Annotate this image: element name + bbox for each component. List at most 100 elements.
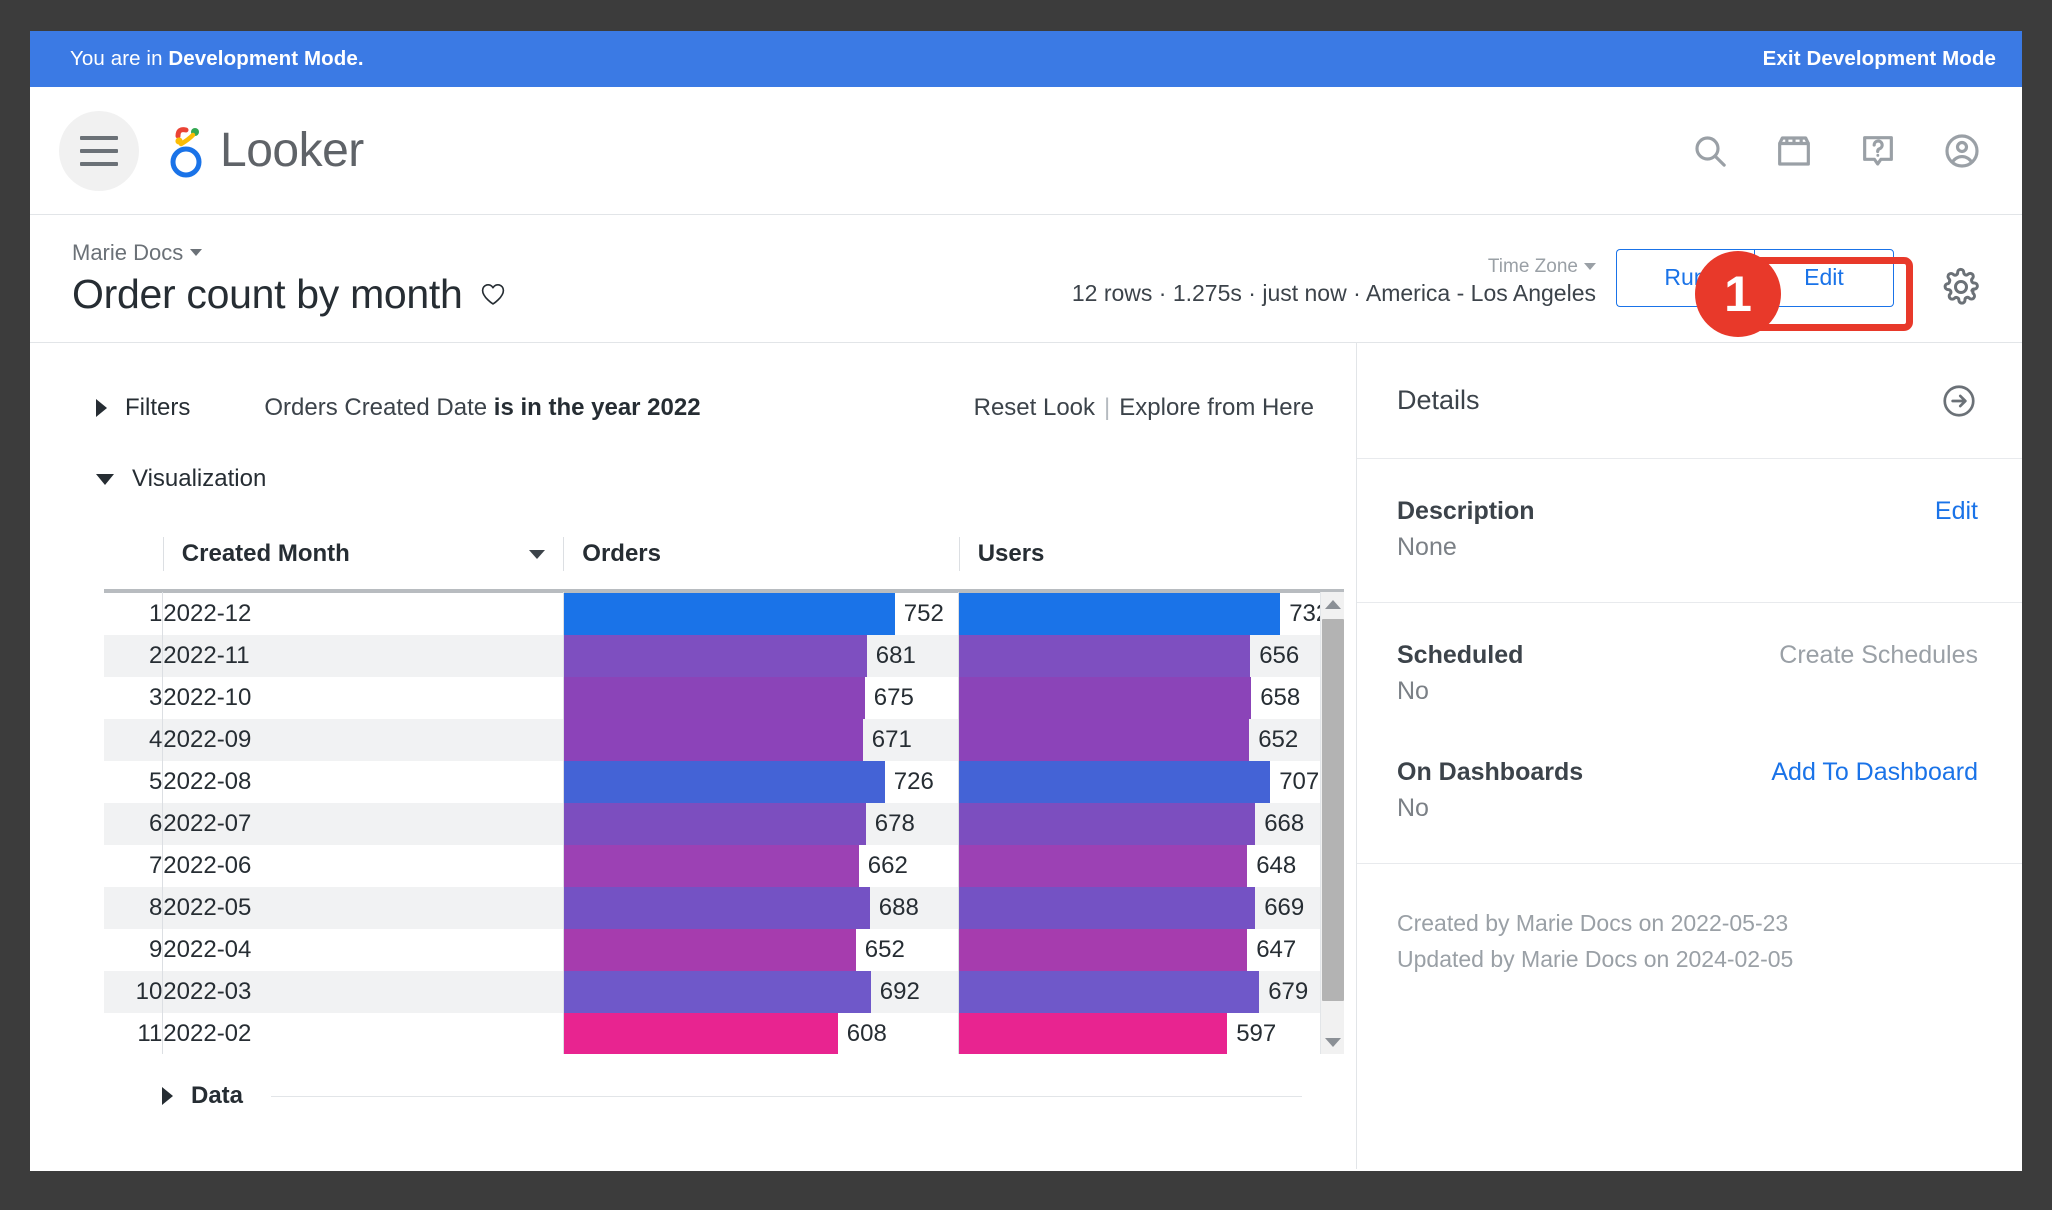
table-row[interactable]: 9 2022-04 652 647 xyxy=(104,929,1344,971)
table-row[interactable]: 8 2022-05 688 669 xyxy=(104,887,1344,929)
orders-cell[interactable]: 692 xyxy=(562,971,959,1013)
dev-mode-text-bold: Development Mode. xyxy=(168,47,364,70)
bar-cell-content: 692 xyxy=(563,971,958,1013)
created-month-cell[interactable]: 2022-09 xyxy=(162,719,564,761)
orders-cell[interactable]: 671 xyxy=(562,719,959,761)
explore-from-here-link[interactable]: Explore from Here xyxy=(1119,394,1314,421)
scrollbar-thumb[interactable] xyxy=(1322,619,1344,1001)
updated-by-note: Updated by Marie Docs on 2024-02-05 xyxy=(1397,945,1794,972)
orders-cell[interactable]: 681 xyxy=(562,635,959,677)
table-row[interactable]: 11 2022-02 608 597 xyxy=(104,1013,1344,1054)
users-cell[interactable]: 669 xyxy=(958,887,1344,929)
table-header-users[interactable]: Users xyxy=(958,527,1344,591)
table-header-orders[interactable]: Orders xyxy=(563,527,959,591)
topnav-icon-group xyxy=(1690,131,1982,171)
description-edit-link[interactable]: Edit xyxy=(1935,497,1978,526)
help-icon[interactable] xyxy=(1858,131,1898,171)
filters-section-toggle[interactable]: Filters xyxy=(96,394,190,422)
create-schedules-link[interactable]: Create Schedules xyxy=(1779,641,1978,670)
bar-cell-content: 678 xyxy=(563,803,958,845)
created-month-cell[interactable]: 2022-12 xyxy=(162,592,564,635)
created-month-cell[interactable]: 2022-04 xyxy=(162,929,564,971)
users-cell[interactable]: 732 xyxy=(958,592,1344,635)
created-month-cell[interactable]: 2022-03 xyxy=(162,971,564,1013)
results-table-scroll-region: 1 2022-12 752 732 2 2022-11 681 656 3 2022-10 675 6… xyxy=(104,592,1344,1054)
add-to-dashboard-link[interactable]: Add To Dashboard xyxy=(1771,758,1978,787)
value-bar xyxy=(959,803,1256,845)
orders-cell[interactable]: 652 xyxy=(562,929,959,971)
breadcrumb-folder[interactable]: Marie Docs xyxy=(72,240,506,266)
details-panel: Details Description None Edit Scheduled … xyxy=(1357,343,2022,1169)
users-cell[interactable]: 647 xyxy=(958,929,1344,971)
scroll-up-arrow-icon[interactable] xyxy=(1321,592,1344,616)
table-vertical-scrollbar[interactable] xyxy=(1320,592,1344,1054)
created-month-cell[interactable]: 2022-05 xyxy=(162,887,564,929)
look-header-actions: Time Zone 12 rows · 1.275s · just now · … xyxy=(1072,248,1982,309)
users-cell[interactable]: 648 xyxy=(958,845,1344,887)
sort-chevron-down-icon[interactable] xyxy=(529,549,546,559)
value-bar xyxy=(959,1013,1228,1054)
hamburger-menu-icon[interactable] xyxy=(59,110,139,191)
gear-icon[interactable] xyxy=(1940,267,1982,309)
created-month-cell[interactable]: 2022-11 xyxy=(162,635,564,677)
active-filter-expression[interactable]: Orders Created Date is in the year 2022 xyxy=(264,394,700,422)
top-navigation-bar: Looker xyxy=(30,87,2022,215)
created-month-cell[interactable]: 2022-06 xyxy=(162,845,564,887)
visualization-section-toggle[interactable]: Visualization xyxy=(96,465,266,493)
created-month-cell[interactable]: 2022-02 xyxy=(162,1013,564,1054)
visualization-row: Visualization xyxy=(30,449,1356,509)
orders-cell[interactable]: 678 xyxy=(562,803,959,845)
table-row[interactable]: 1 2022-12 752 732 xyxy=(104,592,1344,635)
users-cell[interactable]: 658 xyxy=(958,677,1344,719)
marketplace-icon[interactable] xyxy=(1774,131,1814,171)
orders-cell[interactable]: 752 xyxy=(562,592,959,635)
orders-cell[interactable]: 726 xyxy=(562,761,959,803)
favorite-heart-icon[interactable] xyxy=(480,281,506,307)
search-icon[interactable] xyxy=(1690,131,1730,171)
bar-cell-content: 675 xyxy=(563,677,958,719)
bar-cell-content: 681 xyxy=(563,635,958,677)
value-bar xyxy=(959,845,1248,887)
details-audit-notes: Created by Marie Docs on 2022-05-23 Upda… xyxy=(1357,864,2022,1019)
action-separator: | xyxy=(1104,394,1111,421)
row-index-cell: 2 xyxy=(104,635,163,677)
account-icon[interactable] xyxy=(1942,131,1982,171)
table-row[interactable]: 7 2022-06 662 648 xyxy=(104,845,1344,887)
scroll-down-arrow-icon[interactable] xyxy=(1321,1030,1344,1054)
orders-cell[interactable]: 688 xyxy=(562,887,959,929)
created-month-cell[interactable]: 2022-07 xyxy=(162,803,564,845)
chevron-down-icon xyxy=(96,473,114,485)
data-section-toggle[interactable]: Data xyxy=(162,1082,243,1110)
value-label: 647 xyxy=(1256,936,1297,963)
reset-look-link[interactable]: Reset Look xyxy=(974,394,1095,421)
bar-cell-content: 652 xyxy=(959,719,1344,761)
looker-brand-home-link[interactable]: Looker xyxy=(164,124,364,178)
bar-cell-content: 688 xyxy=(563,887,958,929)
exit-development-mode-link[interactable]: Exit Development Mode xyxy=(1763,47,1996,71)
run-button[interactable]: Run xyxy=(1616,248,1754,307)
users-cell[interactable]: 656 xyxy=(958,635,1344,677)
created-month-cell[interactable]: 2022-10 xyxy=(162,677,564,719)
table-row[interactable]: 4 2022-09 671 652 xyxy=(104,719,1344,761)
edit-button[interactable]: Edit xyxy=(1754,248,1894,307)
collapse-panel-arrow-icon[interactable] xyxy=(1940,382,1978,420)
table-header-created-month[interactable]: Created Month xyxy=(162,527,564,591)
created-month-cell[interactable]: 2022-08 xyxy=(162,761,564,803)
table-row[interactable]: 5 2022-08 726 707 xyxy=(104,761,1344,803)
users-cell[interactable]: 652 xyxy=(958,719,1344,761)
value-label: 688 xyxy=(878,894,919,921)
orders-cell[interactable]: 675 xyxy=(562,677,959,719)
users-cell[interactable]: 679 xyxy=(958,971,1344,1013)
table-row[interactable]: 10 2022-03 692 679 xyxy=(104,971,1344,1013)
users-cell[interactable]: 707 xyxy=(958,761,1344,803)
table-row[interactable]: 2 2022-11 681 656 xyxy=(104,635,1344,677)
orders-cell[interactable]: 608 xyxy=(562,1013,959,1054)
users-cell[interactable]: 597 xyxy=(958,1013,1344,1054)
value-label: 656 xyxy=(1259,642,1300,669)
users-cell[interactable]: 668 xyxy=(958,803,1344,845)
filters-section-label: Filters xyxy=(125,394,191,421)
table-row[interactable]: 3 2022-10 675 658 xyxy=(104,677,1344,719)
table-row[interactable]: 6 2022-07 678 668 xyxy=(104,803,1344,845)
time-zone-selector[interactable]: Time Zone xyxy=(1072,256,1596,278)
orders-cell[interactable]: 662 xyxy=(562,845,959,887)
